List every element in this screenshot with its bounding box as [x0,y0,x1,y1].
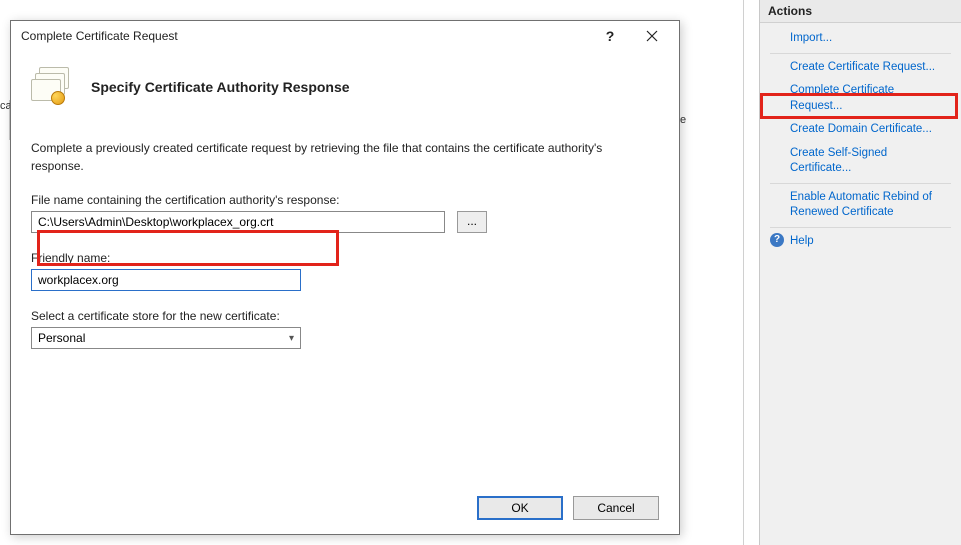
dialog-title: Complete Certificate Request [21,29,589,43]
cancel-button[interactable]: Cancel [573,496,659,520]
actions-body: Import... Create Certificate Request... … [760,23,961,257]
dialog-instruction: Complete a previously created certificat… [31,133,631,193]
action-complete-certificate-request[interactable]: Complete Certificate Request... [766,79,955,118]
certificate-store-value: Personal [38,331,85,345]
action-create-self-signed-certificate[interactable]: Create Self-Signed Certificate... [766,142,955,181]
action-help[interactable]: ? Help [766,230,955,254]
chevron-down-icon: ▾ [289,333,294,344]
divider [770,183,951,184]
titlebar-help-button[interactable]: ? [589,22,631,50]
actions-header: Actions [760,0,961,23]
action-import[interactable]: Import... [766,27,955,51]
actions-panel: Actions Import... Create Certificate Req… [759,0,961,545]
dialog-titlebar: Complete Certificate Request ? [11,21,679,51]
background-text-fragment: e [680,114,686,126]
file-name-input[interactable] [31,211,445,233]
dialog-heading: Specify Certificate Authority Response [91,79,350,95]
ok-button[interactable]: OK [477,496,563,520]
close-icon [646,30,658,42]
panel-divider [743,0,744,545]
friendly-name-label: Friendly name: [31,251,659,269]
file-name-row: ... [31,211,659,251]
action-create-domain-certificate[interactable]: Create Domain Certificate... [766,118,955,142]
action-create-certificate-request[interactable]: Create Certificate Request... [766,56,955,80]
certificate-icon [31,67,75,107]
dialog-body: Specify Certificate Authority Response C… [11,51,679,367]
friendly-name-input[interactable] [31,269,301,291]
divider [770,227,951,228]
divider [770,53,951,54]
dialog-button-row: OK Cancel [477,496,659,520]
titlebar-close-button[interactable] [631,22,673,50]
help-icon: ? [770,233,784,247]
friendly-name-row [31,269,659,309]
certificate-store-label: Select a certificate store for the new c… [31,309,659,327]
certificate-store-select[interactable]: Personal ▾ [31,327,301,349]
browse-button[interactable]: ... [457,211,487,233]
file-name-label: File name containing the certification a… [31,193,659,211]
dialog-header-row: Specify Certificate Authority Response [31,61,659,133]
action-help-label: Help [790,235,814,247]
certificate-store-row: Personal ▾ [31,327,659,367]
complete-certificate-request-dialog: Complete Certificate Request ? Specify C… [10,20,680,535]
background-text-fragment: ca [0,100,10,140]
action-enable-automatic-rebind[interactable]: Enable Automatic Rebind of Renewed Certi… [766,186,955,225]
